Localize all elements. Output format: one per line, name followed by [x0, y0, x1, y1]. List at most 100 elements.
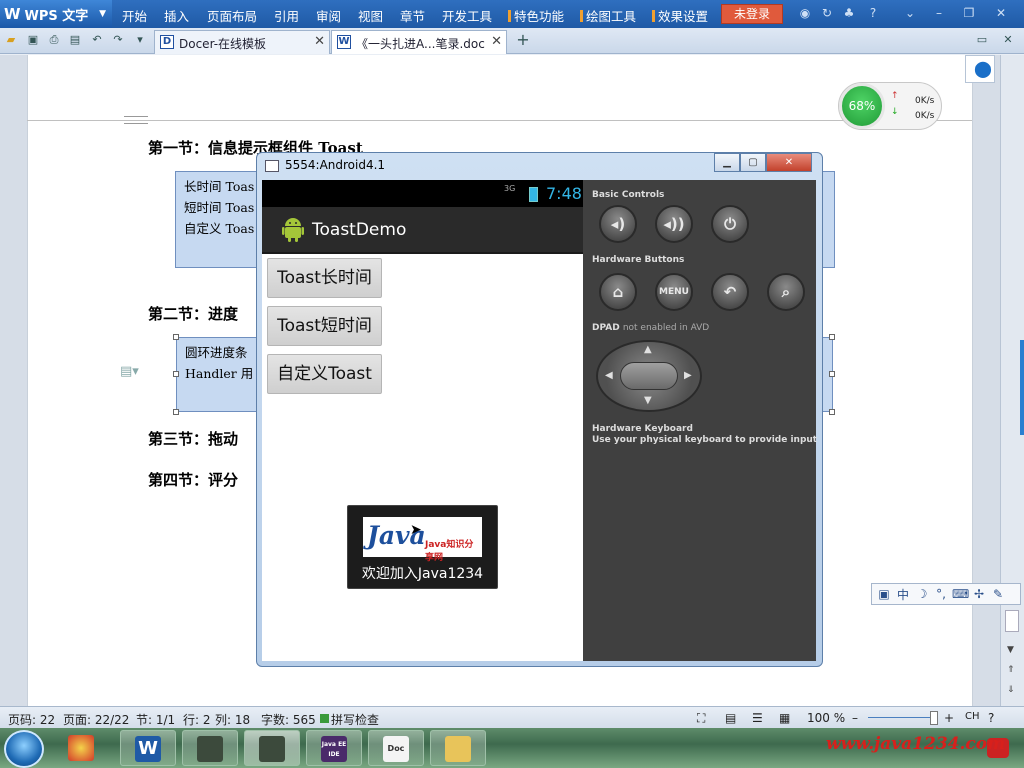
- taskbar-app-icon[interactable]: [54, 730, 110, 766]
- back-icon[interactable]: ↶: [711, 273, 749, 311]
- ime-indicator[interactable]: CH: [965, 711, 980, 722]
- ime-help-icon[interactable]: ?: [988, 711, 994, 725]
- taskbar-document[interactable]: Doc: [368, 730, 424, 766]
- dpad-left-icon[interactable]: ◀: [605, 370, 613, 381]
- prev-page-icon[interactable]: ⇑: [1007, 665, 1015, 675]
- close-tab-icon[interactable]: ✕: [491, 34, 502, 49]
- print-icon[interactable]: ⎙: [47, 33, 61, 47]
- customize-toolbar-icon[interactable]: ▾: [133, 33, 147, 47]
- app-title: ToastDemo: [312, 220, 407, 240]
- settings-icon[interactable]: ✎: [990, 587, 1006, 601]
- toast-short-button[interactable]: Toast短时间: [267, 306, 382, 346]
- toolbox-icon[interactable]: ✢: [971, 587, 987, 601]
- dpad-up-icon[interactable]: ▲: [644, 344, 652, 355]
- redo-icon[interactable]: ↷: [111, 33, 125, 47]
- upload-speed: 0K/s: [915, 96, 935, 106]
- resize-handle[interactable]: [173, 334, 179, 340]
- window-restore-icon[interactable]: ▭: [975, 33, 989, 47]
- restore-icon[interactable]: ❐: [962, 6, 976, 20]
- custom-toast-button[interactable]: 自定义Toast: [267, 354, 382, 394]
- ime-mode[interactable]: 中: [895, 586, 911, 603]
- taskbar-android-2[interactable]: [244, 730, 300, 766]
- resize-handle[interactable]: [829, 409, 835, 415]
- emu-minimize-button[interactable]: ▁: [714, 153, 740, 172]
- toast-long-button[interactable]: Toast长时间: [267, 258, 382, 298]
- dpad-right-icon[interactable]: ▶: [684, 370, 692, 381]
- tab-document[interactable]: W 《一头扎进A...笔录.doc ✕: [331, 30, 507, 54]
- tab-docer[interactable]: D Docer-在线模板 ✕: [154, 30, 330, 54]
- save-icon[interactable]: ▣: [26, 33, 40, 47]
- dpad-center-button[interactable]: [620, 362, 678, 390]
- volume-up-icon[interactable]: ◂)): [655, 205, 693, 243]
- scroll-thumb[interactable]: [1005, 610, 1019, 632]
- taskbar-android-1[interactable]: [182, 730, 238, 766]
- scroll-down-icon[interactable]: ▼: [1007, 645, 1014, 655]
- close-tab-icon[interactable]: ✕: [314, 34, 325, 49]
- menu-references[interactable]: 引用: [274, 6, 299, 25]
- sync-icon[interactable]: ↻: [820, 6, 834, 20]
- zoom-in-icon[interactable]: +: [944, 711, 954, 725]
- undo-icon[interactable]: ↶: [90, 33, 104, 47]
- java-logo-image: Java Java知识分享网: [363, 517, 482, 563]
- ime-logo-icon[interactable]: ▣: [876, 587, 892, 601]
- new-tab-icon[interactable]: +: [516, 32, 530, 48]
- location-button[interactable]: ⬤: [965, 55, 995, 83]
- menu-drawing-tools[interactable]: 绘图工具: [580, 6, 636, 25]
- search-icon[interactable]: ⌕: [767, 273, 805, 311]
- zoom-out-icon[interactable]: –: [852, 711, 858, 725]
- power-icon[interactable]: ⏻: [711, 205, 749, 243]
- punctuation-icon[interactable]: °,: [933, 587, 949, 601]
- help-icon[interactable]: ?: [866, 6, 880, 20]
- collapse-ribbon-icon[interactable]: ⌄: [903, 6, 917, 20]
- android-device-icon: [197, 736, 223, 762]
- menu-page-layout[interactable]: 页面布局: [207, 6, 257, 25]
- menu-review[interactable]: 审阅: [316, 6, 341, 25]
- fullscreen-view-icon[interactable]: ⛶: [697, 711, 705, 726]
- half-width-icon[interactable]: ☽: [914, 587, 930, 601]
- upload-arrow-icon: ↑: [891, 91, 899, 101]
- zoom-slider[interactable]: [868, 717, 934, 718]
- resize-handle[interactable]: [829, 334, 835, 340]
- menu-button[interactable]: MENU: [655, 273, 693, 311]
- login-button[interactable]: 未登录: [721, 4, 783, 24]
- menu-effects[interactable]: 效果设置: [652, 6, 708, 25]
- skin-icon[interactable]: ◉: [798, 6, 812, 20]
- network-speed-widget[interactable]: 68% ↑ 0K/s ↓ 0K/s: [838, 82, 942, 130]
- wps-app-menu[interactable]: W WPS 文字 ▼: [0, 0, 112, 28]
- spellcheck-toggle[interactable]: 拼写检查: [331, 711, 379, 728]
- dpad-down-icon[interactable]: ▼: [644, 395, 652, 406]
- print-preview-icon[interactable]: ▤: [68, 33, 82, 47]
- start-button[interactable]: [4, 730, 44, 768]
- volume-down-icon[interactable]: ◂): [599, 205, 637, 243]
- keyboard-icon[interactable]: ⌨: [952, 587, 969, 601]
- menu-insert[interactable]: 插入: [164, 6, 189, 25]
- next-page-icon[interactable]: ⇓: [1007, 685, 1015, 695]
- emu-close-button[interactable]: ✕: [766, 153, 812, 172]
- taskbar-javaee-ide[interactable]: Java EE IDE: [306, 730, 362, 766]
- emu-maximize-button[interactable]: ▢: [740, 153, 766, 172]
- resize-handle[interactable]: [173, 371, 179, 377]
- open-folder-icon[interactable]: ▰: [4, 33, 18, 47]
- web-view-icon[interactable]: ▦: [779, 711, 790, 725]
- menu-view[interactable]: 视图: [358, 6, 383, 25]
- shirt-icon[interactable]: ♣: [842, 6, 856, 20]
- close-icon[interactable]: ✕: [994, 6, 1008, 20]
- minimize-icon[interactable]: –: [932, 6, 946, 20]
- window-close-icon[interactable]: ✕: [1001, 33, 1015, 47]
- resize-handle[interactable]: [173, 409, 179, 415]
- menu-start[interactable]: 开始: [122, 6, 147, 25]
- zoom-slider-thumb[interactable]: [930, 711, 938, 725]
- home-icon[interactable]: ⌂: [599, 273, 637, 311]
- paragraph-layout-icon[interactable]: ▤▾: [120, 364, 139, 379]
- outline-view-icon[interactable]: ☰: [752, 711, 763, 725]
- menu-developer[interactable]: 开发工具: [442, 6, 492, 25]
- page-view-icon[interactable]: ▤: [725, 711, 736, 725]
- resize-handle[interactable]: [829, 371, 835, 377]
- menu-chapter[interactable]: 章节: [400, 6, 425, 25]
- ime-toolbar[interactable]: ▣ 中 ☽ °, ⌨ ✢ ✎: [871, 583, 1021, 605]
- word-count: 字数: 565: [261, 713, 316, 727]
- taskbar-explorer[interactable]: [430, 730, 486, 766]
- taskbar-wps[interactable]: W: [120, 730, 176, 766]
- vertical-scrollbar[interactable]: ▼ ⇑ ⇓: [1000, 55, 1024, 706]
- menu-special[interactable]: 特色功能: [508, 6, 564, 25]
